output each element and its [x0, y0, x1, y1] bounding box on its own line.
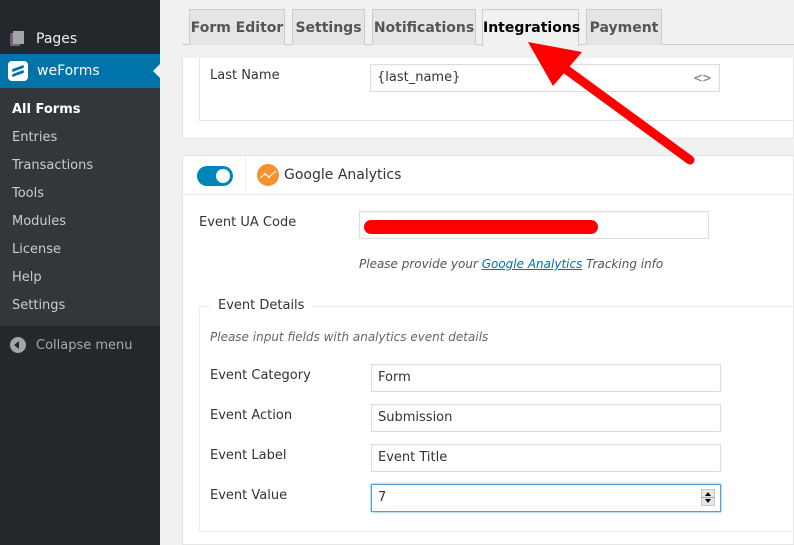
last-name-input[interactable]: {last_name} <> — [370, 64, 720, 92]
form-tabs: Form Editor Settings Notifications Integ… — [182, 9, 794, 46]
pages-icon — [10, 31, 26, 47]
event-value-label: Event Value — [210, 488, 288, 503]
sidebar-item-pages[interactable]: Pages — [0, 24, 160, 54]
google-analytics-icon — [257, 164, 279, 186]
sidebar-item-label: weForms — [37, 63, 100, 79]
last-name-value: {last_name} — [377, 70, 461, 85]
event-action-label: Event Action — [210, 408, 293, 423]
google-analytics-panel: Google Analytics Event UA Code Please pr… — [182, 155, 794, 545]
collapse-menu-button[interactable]: Collapse menu — [0, 330, 160, 360]
event-details-legend: Event Details — [210, 298, 313, 313]
event-details-fieldset: Event Details Please input fields with a… — [199, 298, 794, 532]
toggle-cell — [183, 156, 246, 195]
previous-integration-fields: Last Name {last_name} <> — [199, 58, 794, 121]
google-analytics-link[interactable]: Google Analytics — [482, 257, 583, 271]
submenu-item-modules[interactable]: Modules — [0, 208, 160, 236]
google-analytics-toggle[interactable] — [197, 166, 233, 186]
event-details-description: Please input fields with analytics event… — [210, 330, 489, 344]
collapse-arrow-icon — [10, 337, 26, 353]
event-label-input[interactable]: Event Title — [371, 444, 721, 472]
tab-settings[interactable]: Settings — [292, 9, 365, 45]
previous-integration-panel: Last Name {last_name} <> — [182, 58, 794, 139]
ua-code-help: Please provide your Google Analytics Tra… — [359, 257, 664, 271]
submenu-item-tools[interactable]: Tools — [0, 180, 160, 208]
submenu-item-all-forms[interactable]: All Forms — [0, 96, 160, 124]
google-analytics-title: Google Analytics — [284, 167, 402, 183]
last-name-label: Last Name — [210, 68, 280, 83]
spinner-up-icon[interactable] — [705, 492, 711, 496]
submenu-item-help[interactable]: Help — [0, 264, 160, 292]
ua-code-label: Event UA Code — [199, 215, 297, 230]
event-category-input[interactable]: Form — [371, 364, 721, 392]
admin-sidebar: Pages weForms All Forms Entries Transact… — [0, 0, 160, 545]
submenu-item-transactions[interactable]: Transactions — [0, 152, 160, 180]
event-category-label: Event Category — [210, 368, 311, 383]
weforms-submenu: All Forms Entries Transactions Tools Mod… — [0, 88, 160, 326]
tab-form-editor[interactable]: Form Editor — [189, 9, 285, 45]
collapse-menu-label: Collapse menu — [36, 337, 133, 353]
number-spinner[interactable] — [701, 489, 715, 506]
active-indicator — [153, 64, 160, 78]
event-value-input[interactable]: 7 — [371, 484, 721, 512]
ua-code-input[interactable] — [359, 211, 709, 239]
submenu-item-entries[interactable]: Entries — [0, 124, 160, 152]
spinner-down-icon[interactable] — [705, 499, 711, 503]
weforms-logo-icon — [8, 61, 28, 81]
event-label-label: Event Label — [210, 448, 287, 463]
sidebar-item-weforms[interactable]: weForms — [0, 54, 160, 88]
redaction-mark — [364, 220, 598, 234]
submenu-item-settings[interactable]: Settings — [0, 292, 160, 320]
merge-tags-icon[interactable]: <> — [693, 65, 712, 91]
tab-payment[interactable]: Payment — [586, 9, 662, 45]
google-analytics-header: Google Analytics — [183, 156, 794, 195]
sidebar-item-label: Pages — [36, 31, 78, 47]
submenu-item-license[interactable]: License — [0, 236, 160, 264]
tab-notifications[interactable]: Notifications — [372, 9, 476, 45]
tab-integrations[interactable]: Integrations — [482, 9, 580, 46]
event-action-input[interactable]: Submission — [371, 404, 721, 432]
